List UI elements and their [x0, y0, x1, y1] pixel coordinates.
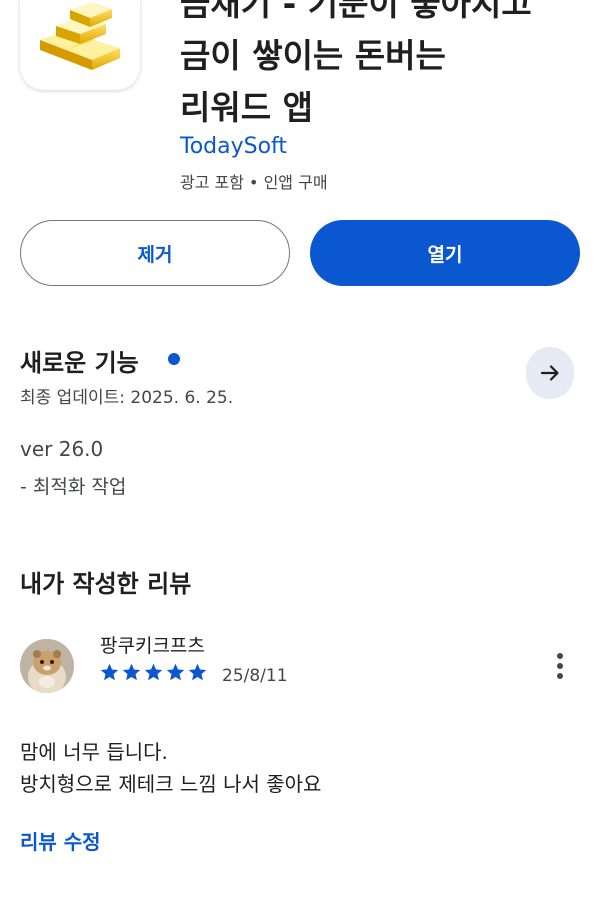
star-icon	[122, 663, 141, 681]
star-icon	[188, 663, 207, 681]
reviewer-name: 팡쿠키크프츠	[100, 635, 205, 657]
review-more-button[interactable]	[545, 646, 575, 686]
app-title: 금채기 - 기분이 좋아지고 금이 쌓이는 돈버는 리워드 앱	[180, 0, 532, 127]
open-button[interactable]: 열기	[310, 220, 580, 286]
review-text-line: 방치형으로 제테크 느낌 나서 좋아요	[20, 772, 322, 796]
last-updated-text: 최종 업데이트: 2025. 6. 25.	[20, 388, 234, 408]
star-icon	[100, 663, 119, 681]
gold-bars-icon	[40, 2, 120, 70]
app-icon	[20, 0, 140, 90]
avatar	[20, 639, 74, 693]
remove-button[interactable]: 제거	[20, 220, 290, 286]
star-rating	[99, 662, 208, 683]
version-text: ver 26.0	[20, 437, 104, 461]
my-review-title: 내가 작성한 리뷰	[20, 570, 192, 598]
new-indicator-dot	[168, 353, 180, 365]
edit-review-link[interactable]: 리뷰 수정	[20, 826, 101, 855]
more-vert-icon	[557, 653, 563, 679]
whats-new-title: 새로운 기능	[20, 349, 139, 377]
review-date: 25/8/11	[222, 666, 288, 686]
hamster-avatar-image	[20, 639, 74, 693]
review-text-line: 맘에 너무 듭니다.	[20, 740, 168, 764]
app-meta-info: 광고 포함 • 인앱 구매	[180, 173, 328, 192]
changelog-text: - 최적화 작업	[20, 476, 127, 498]
star-icon	[166, 663, 185, 681]
developer-link[interactable]: TodaySoft	[180, 134, 287, 159]
whats-new-arrow-button[interactable]	[526, 347, 574, 399]
review-body: 맘에 너무 듭니다. 방치형으로 제테크 느낌 나서 좋아요	[20, 736, 321, 800]
arrow-right-icon	[540, 365, 559, 381]
star-icon	[144, 663, 163, 681]
